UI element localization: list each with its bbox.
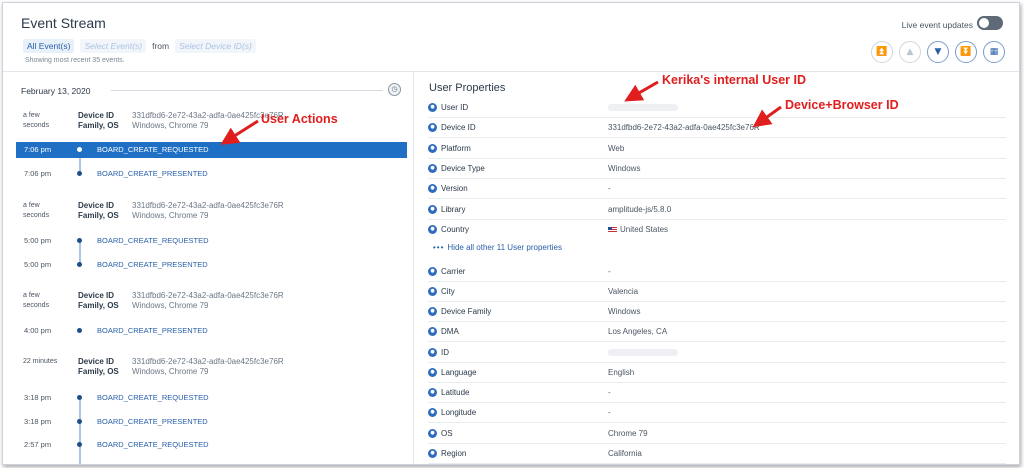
session-timestamp: a few seconds [23,202,50,219]
timeline-dot [77,238,82,243]
user-properties-title: User Properties [429,82,506,94]
all-events-filter[interactable]: All Event(s) [23,39,75,53]
person-icon: ● [428,123,437,132]
property-row-user-id: ● User ID [428,98,1006,118]
person-icon: ● [428,267,437,276]
property-row-device-family: ● Device Family Windows [428,302,1006,322]
event-row[interactable]: 5:00 pm BOARD_CREATE_REQUESTED [16,233,407,249]
person-icon: ● [428,327,437,336]
calendar-icon[interactable]: ▦ [983,41,1005,63]
person-icon: ● [428,388,437,397]
person-icon: ● [428,408,437,417]
property-row-region: ● Region California [428,444,1006,464]
property-row-platform: ● Platform Web [428,139,1006,159]
event-list-panel[interactable]: February 13, 2020 ◷ a few seconds Device … [3,72,413,464]
date-heading: February 13, 2020 [21,86,91,96]
date-divider [111,90,383,91]
chevron-up-icon[interactable]: ▲ [899,41,921,63]
event-row-selected[interactable]: 7:06 pm BOARD_CREATE_REQUESTED [16,142,407,158]
person-icon: ● [428,449,437,458]
property-row-latitude: ● Latitude - [428,383,1006,403]
event-row[interactable]: 5:00 pm BOARD_CREATE_PRESENTED [16,257,407,273]
person-icon: ● [428,429,437,438]
session-device-info: Device ID 331dfbd6-2e72-43a2-adfa-0ae425f… [78,357,284,376]
chevron-double-up-icon[interactable]: ⏫ [871,41,893,63]
property-row-city: ● City Valencia [428,282,1006,302]
session-device-info: Device ID 331dfbd6-2e72-43a2-adfa-0ae425f… [78,201,284,220]
timeline-dot [77,328,82,333]
person-icon: ● [428,225,437,234]
event-row[interactable]: 3:18 pm BOARD_CREATE_REQUESTED [16,390,407,406]
blurred-value [608,348,678,357]
timeline-connector [79,396,81,464]
timeline-dot [77,262,82,267]
property-row-longitude: ● Longitude - [428,403,1006,423]
event-row[interactable]: 3:18 pm BOARD_CREATE_PRESENTED [16,414,407,430]
property-row-dma: ● DMA Los Angeles, CA [428,322,1006,342]
property-row-version: ● Version - [428,179,1006,199]
timeline-dot [77,395,82,400]
property-row-id: ● ID [428,343,1006,363]
person-icon: ● [428,103,437,112]
person-icon: ● [428,287,437,296]
annotation-user-actions: User Actions [261,112,338,126]
person-icon: ● [428,205,437,214]
filter-from-label: from [152,41,170,51]
select-events-dropdown[interactable]: Select Event(s) [80,39,147,53]
timeline-dot [77,171,82,176]
event-row[interactable]: 2:57 pm BOARD_CREATE_REQUESTED [16,437,407,453]
toggle-knob [979,18,989,28]
property-row-country: ● Country United States [428,220,1006,240]
person-icon: ● [428,164,437,173]
blurred-value [608,103,678,112]
page-title: Event Stream [21,15,106,31]
hide-properties-link[interactable]: ••• Hide all other 11 User properties [433,243,562,252]
live-updates-toggle[interactable] [977,16,1003,30]
clock-icon[interactable]: ◷ [388,83,401,96]
property-row-device-type: ● Device Type Windows [428,159,1006,179]
property-row-carrier: ● Carrier - [428,262,1006,282]
timeline-dot [77,419,82,424]
annotation-internal-user-id: Kerika's internal User ID [662,73,807,87]
event-row[interactable]: 4:00 pm BOARD_CREATE_PRESENTED [16,323,407,339]
property-row-os: ● OS Chrome 79 [428,424,1006,444]
live-updates-label: Live event updates [901,20,973,30]
more-dots-icon: ••• [433,243,445,252]
person-icon: ● [428,307,437,316]
person-icon: ● [428,348,437,357]
annotation-device-browser-id: Device+Browser ID [785,98,899,112]
person-icon: ● [428,368,437,377]
person-icon: ● [428,184,437,193]
timeline-dot [77,442,82,447]
select-device-ids-dropdown[interactable]: Select Device ID(s) [175,39,256,53]
session-timestamp: 22 minutes [23,358,58,365]
session-device-info: Device ID 331dfbd6-2e72-43a2-adfa-0ae425f… [78,291,284,310]
event-stream-window: Event Stream All Event(s) Select Event(s… [2,2,1020,465]
us-flag-icon [608,226,617,233]
session-device-info: Device ID 331dfbd6-2e72-43a2-adfa-0ae425f… [78,111,284,130]
session-timestamp: a few seconds [23,112,50,129]
property-row-language: ● Language English [428,363,1006,383]
property-row-device-id: ● Device ID 331dfbd6-2e72-43a2-adfa-0ae425… [428,118,1006,138]
property-row-library: ● Library amplitude-js/5.8.0 [428,200,1006,220]
session-timestamp: a few seconds [23,292,50,309]
person-icon: ● [428,144,437,153]
timeline-dot [77,147,82,152]
events-count-text: Showing most recent 35 events. [25,57,125,64]
event-filter-bar: All Event(s) Select Event(s) from Select… [23,39,256,53]
event-row[interactable]: 7:06 pm BOARD_CREATE_PRESENTED [16,166,407,182]
user-properties-panel[interactable]: User Properties ● User ID ● Device ID 331df… [414,72,1019,464]
stream-nav-buttons: ⏫ ▲ ▼ ⏬ ▦ [871,41,1005,63]
chevron-down-icon[interactable]: ▼ [927,41,949,63]
chevron-double-down-icon[interactable]: ⏬ [955,41,977,63]
